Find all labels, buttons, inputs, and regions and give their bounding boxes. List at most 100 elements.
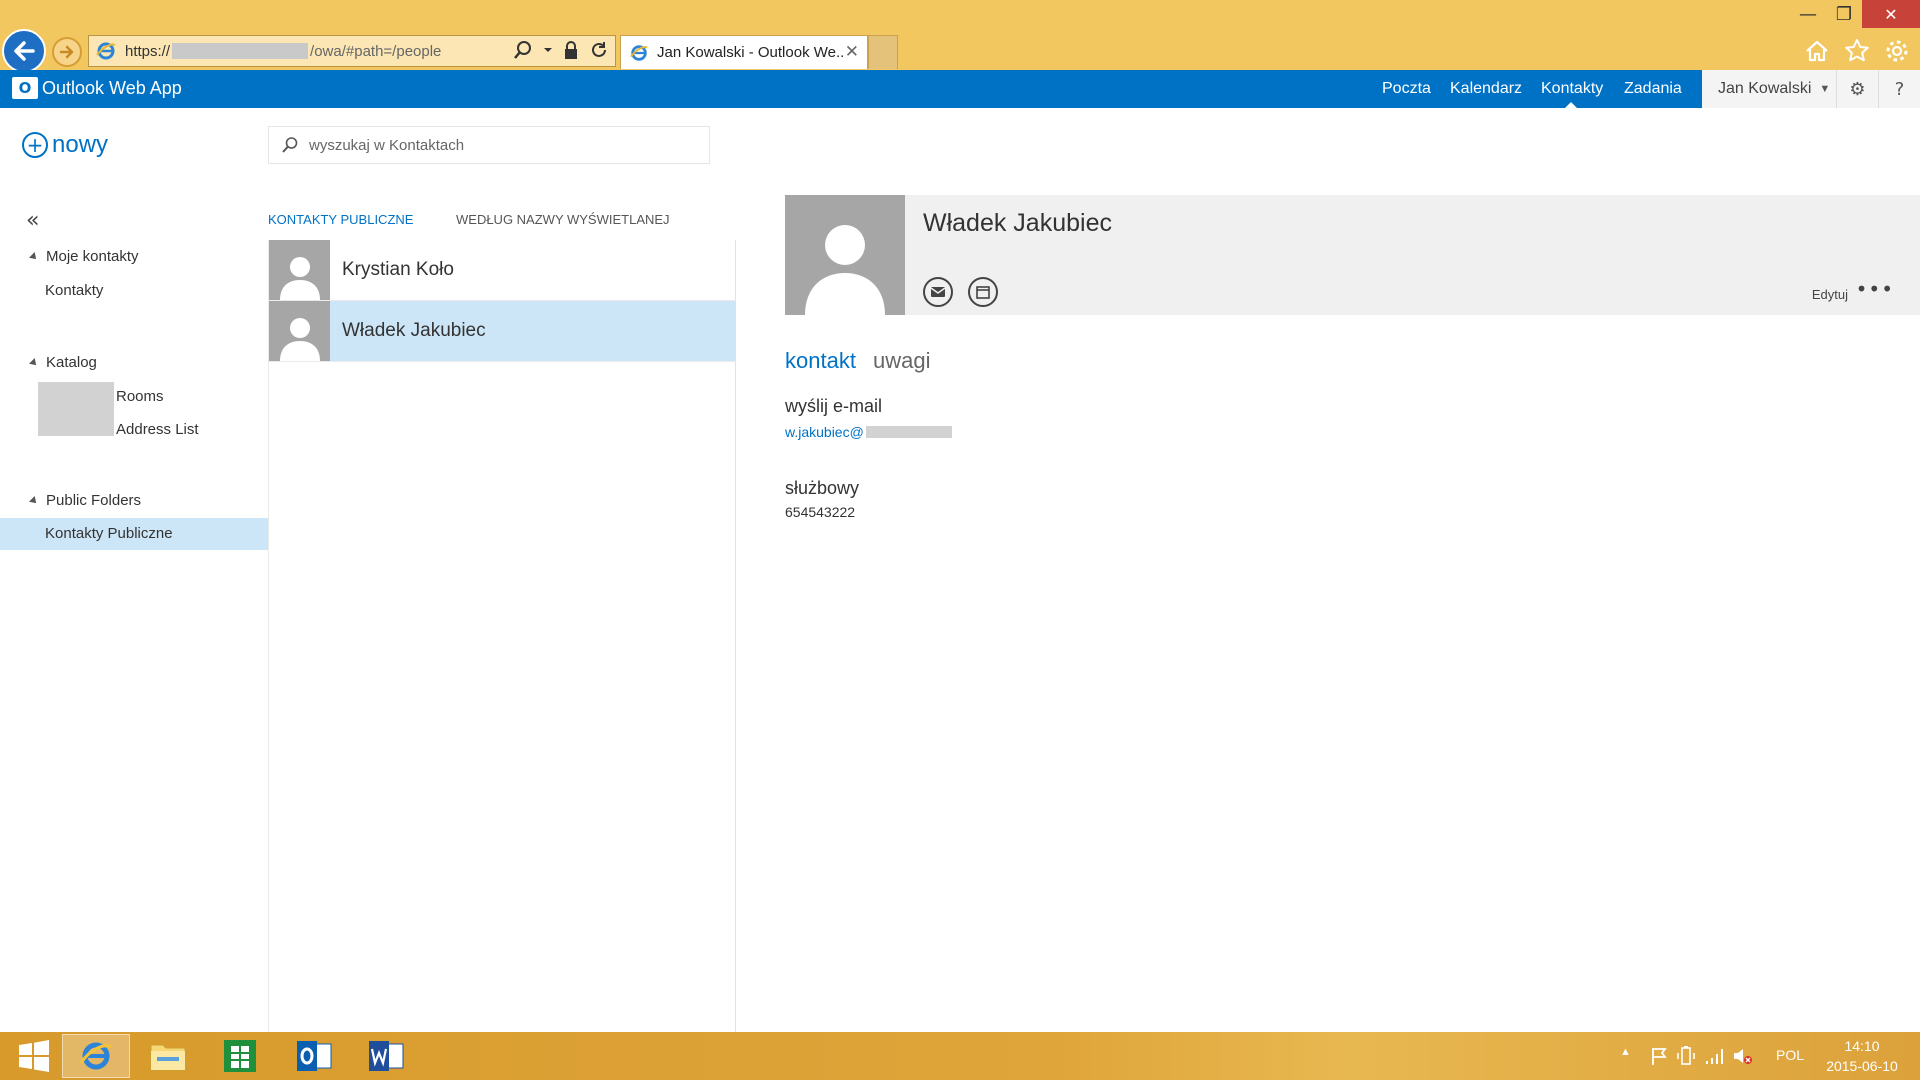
help-icon: ?	[1894, 78, 1905, 100]
meeting-button[interactable]	[968, 277, 998, 307]
nav-zadania[interactable]: Zadania	[1624, 80, 1682, 98]
tools-gear-icon[interactable]	[1884, 38, 1910, 64]
url-redaction	[172, 43, 309, 59]
outlook-logo-icon: O	[12, 77, 38, 99]
mail-icon	[930, 287, 946, 297]
back-button[interactable]	[2, 29, 46, 73]
work-phone-label: służbowy	[785, 478, 860, 498]
ie-page-icon	[96, 42, 116, 60]
close-tab-icon[interactable]: ✕	[845, 42, 859, 62]
new-label: nowy	[52, 131, 109, 158]
gear-icon: ⚙	[1849, 78, 1866, 100]
list-item[interactable]: Krystian Koło	[269, 240, 736, 301]
input-language[interactable]: POL	[1776, 1047, 1804, 1063]
search-input[interactable]	[309, 136, 689, 154]
folder-group-katalog[interactable]: Katalog	[29, 354, 97, 371]
chevron-down-icon: ▼	[1819, 83, 1831, 95]
address-bar[interactable]: https:// /owa/#path=/people	[88, 35, 616, 67]
taskbar-spreadsheet[interactable]	[206, 1034, 274, 1078]
new-contact-button[interactable]: + nowy	[22, 131, 108, 159]
folder-address-list[interactable]: Address List	[116, 421, 199, 438]
person-silhouette-icon	[279, 257, 320, 300]
action-center-flag-icon[interactable]	[1650, 1046, 1668, 1066]
user-name: Jan Kowalski	[1718, 80, 1812, 97]
tab-title: Jan Kowalski - Outlook We...	[657, 44, 843, 61]
contact-card-header: Władek Jakubiec Edytuj •••	[785, 195, 1920, 315]
contact-full-name: Władek Jakubiec	[923, 209, 1112, 237]
close-window-button[interactable]: ✕	[1862, 0, 1920, 28]
folder-group-moje-kontakty[interactable]: Moje kontakty	[29, 248, 139, 265]
maximize-button[interactable]: ❐	[1826, 0, 1862, 28]
contact-name: Krystian Koło	[342, 259, 454, 280]
chevron-down-icon[interactable]	[543, 40, 553, 60]
url-text[interactable]: https:// /owa/#path=/people	[125, 43, 441, 60]
taskbar-ie[interactable]	[62, 1034, 130, 1078]
list-folder-header[interactable]: KONTAKTY PUBLICZNE	[268, 212, 413, 227]
forward-arrow-icon	[59, 45, 74, 59]
folder-group-public-folders[interactable]: Public Folders	[29, 492, 141, 509]
tab-uwagi[interactable]: uwagi	[873, 348, 930, 374]
folder-group-label: Katalog	[46, 354, 97, 371]
folder-rooms[interactable]: Rooms	[116, 388, 164, 405]
clock-date: 2015-06-10	[1826, 1058, 1898, 1074]
work-phone-value[interactable]: 654543222	[785, 504, 855, 520]
refresh-icon[interactable]	[589, 40, 609, 60]
home-icon[interactable]	[1804, 38, 1830, 64]
lock-icon[interactable]	[563, 40, 579, 60]
nav-poczta[interactable]: Poczta	[1382, 80, 1431, 98]
clock-time: 14:10	[1844, 1038, 1880, 1054]
nav-kontakty[interactable]: Kontakty	[1541, 80, 1603, 98]
folder-icon	[150, 1044, 186, 1071]
active-module-marker	[1565, 102, 1577, 108]
expand-triangle-icon	[29, 358, 39, 368]
redacted-block	[38, 382, 114, 436]
speaker-muted-icon[interactable]	[1732, 1046, 1754, 1066]
signal-bars-icon[interactable]	[1704, 1046, 1724, 1066]
tab-kontakt[interactable]: kontakt	[785, 348, 856, 374]
email-link[interactable]: w.jakubiec@	[785, 424, 952, 440]
clock[interactable]: 14:10 2015-06-10	[1812, 1036, 1912, 1076]
browser-chrome: — ❐ ✕ https:// /owa/#path=/people Jan Ko…	[0, 0, 1920, 73]
new-tab-button[interactable]	[868, 35, 898, 69]
folder-kontakty-publiczne[interactable]: Kontakty Publiczne	[0, 518, 268, 550]
collapse-pane-icon[interactable]: «	[26, 208, 39, 233]
more-options-icon[interactable]: •••	[1856, 277, 1894, 301]
nav-kalendarz[interactable]: Kalendarz	[1450, 80, 1522, 98]
app-name: Outlook Web App	[42, 77, 182, 98]
contact-photo	[785, 195, 905, 315]
list-item[interactable]: Władek Jakubiec	[269, 301, 736, 362]
settings-button[interactable]: ⚙	[1836, 70, 1878, 108]
email-text: w.jakubiec@	[785, 424, 864, 440]
list-sort-header[interactable]: WEDŁUG NAZWY WYŚWIETLANEJ	[456, 212, 670, 227]
help-button[interactable]: ?	[1878, 70, 1920, 108]
forward-button[interactable]	[52, 37, 82, 67]
person-silhouette-icon	[279, 318, 320, 361]
windows-logo-icon	[19, 1040, 49, 1072]
app-brand[interactable]: O Outlook Web App	[12, 77, 182, 99]
avatar	[269, 240, 330, 300]
url-prefix: https://	[125, 42, 171, 60]
back-arrow-icon	[14, 41, 35, 61]
start-button[interactable]	[0, 1034, 68, 1078]
taskbar-word[interactable]	[352, 1034, 420, 1078]
tray-expand-icon[interactable]: ▲	[1620, 1046, 1631, 1058]
spreadsheet-icon	[224, 1040, 256, 1072]
user-menu[interactable]: Jan Kowalski ▼	[1702, 70, 1836, 108]
word-icon	[369, 1041, 404, 1071]
minimize-button[interactable]: —	[1790, 0, 1826, 28]
email-label: wyślij e-mail	[785, 396, 883, 416]
favorites-star-icon[interactable]	[1844, 38, 1870, 64]
browser-tab[interactable]: Jan Kowalski - Outlook We... ✕	[620, 35, 868, 69]
contact-search-box[interactable]	[268, 126, 710, 164]
send-mail-button[interactable]	[923, 277, 953, 307]
battery-icon[interactable]	[1676, 1045, 1696, 1067]
folder-kontakty[interactable]: Kontakty	[45, 282, 103, 299]
taskbar-outlook[interactable]	[280, 1034, 348, 1078]
taskbar-explorer[interactable]	[134, 1034, 202, 1078]
outlook-icon	[297, 1041, 332, 1071]
edit-button[interactable]: Edytuj	[1812, 287, 1848, 302]
avatar	[269, 301, 330, 361]
expand-triangle-icon	[29, 496, 39, 506]
plus-circle-icon: +	[22, 132, 48, 158]
search-icon[interactable]	[513, 40, 533, 60]
